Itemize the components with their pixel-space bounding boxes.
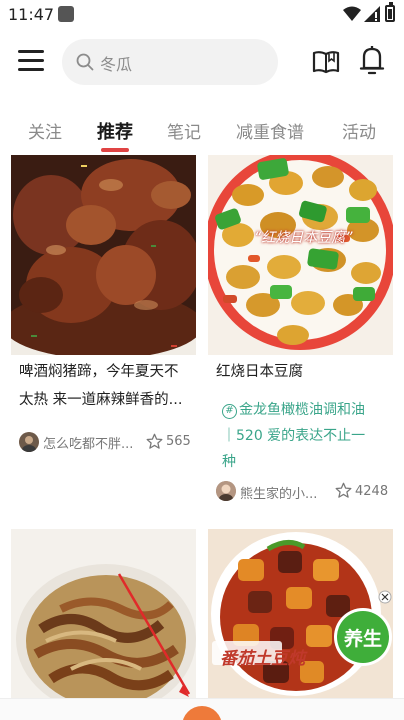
tab-notes[interactable]: 笔记 — [167, 118, 201, 143]
notification-icon — [58, 6, 74, 22]
search-icon — [76, 53, 94, 71]
recipe-photo — [11, 529, 196, 698]
author-name: 熊生家的小... — [240, 487, 318, 502]
card-title: 红烧日本豆腐 — [216, 364, 303, 380]
search-input[interactable]: 冬瓜 — [62, 39, 278, 85]
tab-weight-loss-recipes[interactable]: 减重食谱 — [236, 118, 304, 143]
recipe-photo — [208, 529, 393, 698]
recipe-photo — [208, 155, 393, 355]
tab-events[interactable]: 活动 — [342, 118, 376, 143]
tab-recommended[interactable]: 推荐 — [97, 118, 133, 144]
feed-card[interactable] — [11, 529, 196, 698]
image-caption: 番茄土豆炖 — [220, 649, 305, 669]
health-badge[interactable]: 养生 — [335, 624, 391, 651]
wifi-icon — [343, 6, 361, 21]
avatar — [216, 481, 236, 501]
feed-card[interactable]: 啤酒焖猪蹄，今年夏天不 太热 来一道麻辣鲜香的... 怎么吃都不胖... 565 — [11, 155, 196, 455]
active-tab-indicator — [101, 148, 129, 152]
recipe-photo — [11, 155, 196, 355]
status-bar: 11:47 — [0, 0, 404, 30]
like-count: 4248 — [355, 484, 389, 499]
like-count: 565 — [166, 434, 191, 449]
book-icon[interactable] — [312, 49, 340, 75]
feed-card[interactable]: 番茄土豆炖 养生 — [208, 529, 393, 698]
category-tabs: 关注 推荐 笔记 减重食谱 活动 — [0, 112, 404, 156]
image-caption: “红烧日本豆腐” — [254, 230, 353, 246]
menu-icon — [18, 50, 44, 53]
author-name: 怎么吃都不胖... — [43, 437, 134, 452]
avatar — [19, 432, 39, 452]
tab-following[interactable]: 关注 — [28, 118, 62, 143]
search-placeholder: 冬瓜 — [100, 55, 133, 74]
cellular-signal-icon — [364, 6, 380, 22]
topic-hash-icon: # — [222, 404, 237, 419]
star-icon[interactable] — [146, 433, 163, 450]
menu-button[interactable] — [18, 50, 44, 74]
bell-icon[interactable] — [358, 44, 386, 76]
app-header: 冬瓜 — [0, 30, 404, 98]
status-time: 11:47 — [8, 5, 55, 24]
ad-text[interactable]: # 金龙鱼橄榄油调和油 ｜520 爱的表达不止一 种 — [222, 397, 382, 475]
battery-icon — [385, 2, 395, 22]
feed-card[interactable]: “红烧日本豆腐” 红烧日本豆腐 # 金龙鱼橄榄油调和油 ｜520 爱的表达不止一 … — [208, 155, 393, 510]
card-title: 啤酒焖猪蹄，今年夏天不 太热 来一道麻辣鲜香的... — [19, 364, 183, 408]
star-icon[interactable] — [335, 482, 352, 499]
